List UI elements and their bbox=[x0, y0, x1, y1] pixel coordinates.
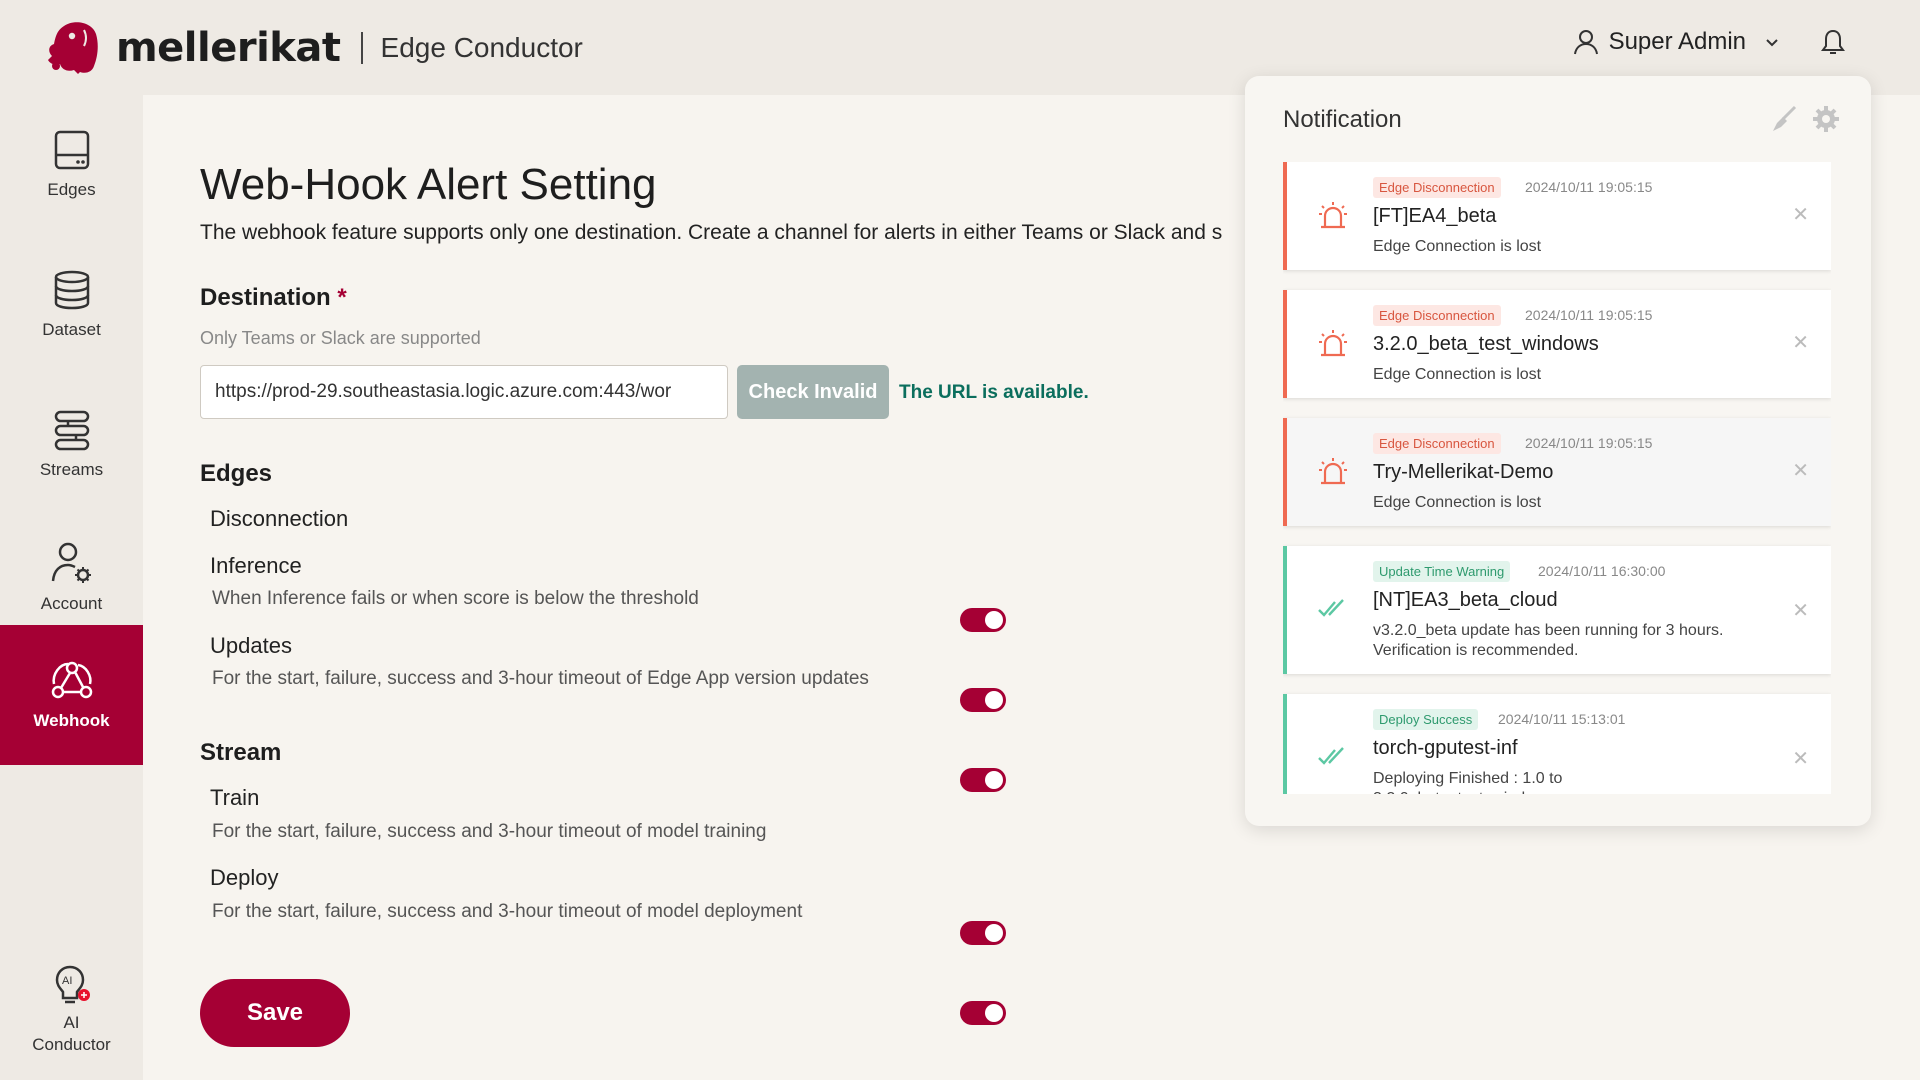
deploy-description: For the start, failure, success and 3-ho… bbox=[212, 901, 803, 922]
disconnection-title: Disconnection bbox=[210, 506, 349, 531]
notification-tag: Edge Disconnection bbox=[1373, 433, 1501, 454]
webhook-icon bbox=[51, 661, 92, 699]
close-icon[interactable]: ✕ bbox=[1792, 598, 1809, 623]
logo-divider bbox=[360, 32, 363, 64]
notification-tag: Update Time Warning bbox=[1373, 561, 1511, 582]
user-menu[interactable]: Super Admin bbox=[1573, 28, 1846, 56]
notification-time: 2024/10/11 16:30:00 bbox=[1538, 563, 1666, 579]
deploy-title: Deploy bbox=[210, 865, 279, 890]
edge-device-icon bbox=[54, 130, 89, 170]
double-check-icon bbox=[1318, 599, 1344, 617]
notification-message: Edge Connection is lost bbox=[1373, 366, 1542, 383]
sidebar: Edges Dataset Streams Account Webhook AI… bbox=[0, 95, 143, 1080]
notification-time: 2024/10/11 19:05:15 bbox=[1525, 179, 1653, 195]
destination-label: Destination bbox=[200, 284, 331, 311]
notification-list: Edge Disconnection 2024/10/11 19:05:15 [… bbox=[1283, 162, 1831, 794]
sidebar-item-account[interactable]: Account bbox=[0, 515, 143, 640]
broom-clear-icon[interactable] bbox=[1769, 104, 1799, 134]
svg-text:AI: AI bbox=[62, 975, 72, 987]
close-icon[interactable]: ✕ bbox=[1792, 458, 1809, 483]
settings-gear-icon[interactable] bbox=[1811, 104, 1841, 134]
page-title: Web-Hook Alert Setting bbox=[200, 160, 657, 209]
brand-name: mellerikat bbox=[116, 25, 341, 71]
notification-edge-name: Try-Mellerikat-Demo bbox=[1373, 461, 1554, 483]
train-toggle[interactable] bbox=[960, 921, 1006, 945]
notification-card[interactable]: Edge Disconnection 2024/10/11 19:05:15 3… bbox=[1283, 290, 1831, 398]
sidebar-item-ai-conductor[interactable]: AI AI Conductor bbox=[0, 945, 143, 1075]
notification-tag: Deploy Success bbox=[1373, 709, 1479, 730]
notification-panel: Notification Edge Disconnection 2024/10/… bbox=[1245, 76, 1871, 826]
sidebar-item-label: Webhook bbox=[33, 711, 110, 730]
sidebar-item-dataset[interactable]: Dataset bbox=[0, 235, 143, 375]
ai-conductor-icon: AI bbox=[55, 965, 90, 1004]
webhook-url-input[interactable] bbox=[200, 365, 728, 419]
notification-card[interactable]: Deploy Success 2024/10/11 15:13:01 torch… bbox=[1283, 694, 1831, 794]
alarm-siren-icon bbox=[1319, 458, 1347, 485]
inference-description: When Inference fails or when score is be… bbox=[212, 588, 699, 609]
notification-tools bbox=[1769, 104, 1841, 134]
notification-edge-name: [FT]EA4_beta bbox=[1373, 205, 1497, 227]
notification-edge-name: [NT]EA3_beta_cloud bbox=[1373, 589, 1558, 611]
destination-heading: Destination * bbox=[200, 284, 347, 312]
notification-card[interactable]: Update Time Warning 2024/10/11 16:30:00 … bbox=[1283, 546, 1831, 674]
sidebar-item-edges[interactable]: Edges bbox=[0, 95, 143, 235]
stream-section-heading: Stream bbox=[200, 739, 282, 766]
notification-message: v3.2.0_beta update has been running for … bbox=[1373, 622, 1724, 659]
close-icon[interactable]: ✕ bbox=[1792, 330, 1809, 355]
notification-tag: Edge Disconnection bbox=[1373, 305, 1501, 326]
notification-message: Deploying Finished : 1.0 to 3.2.0_beta_t… bbox=[1373, 770, 1563, 794]
updates-toggle[interactable] bbox=[960, 768, 1006, 792]
sidebar-item-streams[interactable]: Streams bbox=[0, 375, 143, 515]
notification-message: Edge Connection is lost bbox=[1373, 238, 1542, 255]
notification-edge-name: torch-gputest-inf bbox=[1373, 737, 1518, 759]
database-icon bbox=[54, 270, 89, 310]
notification-time: 2024/10/11 19:05:15 bbox=[1525, 307, 1653, 323]
url-status-message: The URL is available. bbox=[899, 382, 1089, 403]
deploy-toggle[interactable] bbox=[960, 1001, 1006, 1025]
train-description: For the start, failure, success and 3-ho… bbox=[212, 821, 767, 842]
product-name: Edge Conductor bbox=[380, 32, 583, 63]
updates-description: For the start, failure, success and 3-ho… bbox=[212, 668, 869, 689]
sidebar-item-label: Account bbox=[40, 593, 103, 613]
logo[interactable]: mellerikat Edge Conductor bbox=[44, 20, 583, 76]
double-check-icon bbox=[1318, 747, 1344, 765]
ai-conductor-label-line1: AI bbox=[63, 1013, 80, 1032]
sidebar-item-label: Dataset bbox=[42, 320, 101, 339]
close-icon[interactable]: ✕ bbox=[1792, 746, 1809, 771]
destination-hint: Only Teams or Slack are supported bbox=[200, 328, 481, 348]
sidebar-item-webhook[interactable]: Webhook bbox=[0, 625, 143, 765]
updates-title: Updates bbox=[210, 633, 292, 658]
streams-icon bbox=[54, 410, 89, 451]
notification-card[interactable]: Edge Disconnection 2024/10/11 19:05:15 [… bbox=[1283, 162, 1831, 270]
save-button[interactable]: Save bbox=[200, 979, 350, 1047]
notification-message: Edge Connection is lost bbox=[1373, 494, 1542, 511]
notification-tag: Edge Disconnection bbox=[1373, 177, 1501, 198]
notification-card[interactable]: Edge Disconnection 2024/10/11 19:05:15 T… bbox=[1283, 418, 1831, 526]
inference-title: Inference bbox=[210, 553, 302, 578]
user-icon bbox=[1573, 30, 1598, 55]
account-gear-icon bbox=[51, 542, 91, 583]
notification-edge-name: 3.2.0_beta_test_windows bbox=[1373, 333, 1599, 355]
notification-time: 2024/10/11 19:05:15 bbox=[1525, 435, 1653, 451]
page-description: The webhook feature supports only one de… bbox=[200, 221, 1223, 244]
sidebar-item-label: Edges bbox=[47, 180, 96, 199]
edges-section-heading: Edges bbox=[200, 460, 273, 487]
chevron-down-icon bbox=[1766, 39, 1778, 47]
alarm-siren-icon bbox=[1319, 202, 1347, 229]
inference-toggle[interactable] bbox=[960, 688, 1006, 712]
ai-conductor-label-line2: Conductor bbox=[32, 1035, 111, 1054]
mellerikat-logo-icon bbox=[48, 22, 98, 74]
alarm-siren-icon bbox=[1319, 330, 1347, 357]
notification-title: Notification bbox=[1283, 106, 1402, 133]
bell-icon[interactable] bbox=[1820, 28, 1846, 56]
disconnection-toggle[interactable] bbox=[960, 608, 1006, 632]
check-invalid-button[interactable]: Check Invalid bbox=[737, 365, 889, 419]
train-title: Train bbox=[210, 785, 260, 810]
notification-time: 2024/10/11 15:13:01 bbox=[1498, 711, 1626, 727]
required-mark: * bbox=[337, 284, 347, 311]
close-icon[interactable]: ✕ bbox=[1792, 202, 1809, 227]
user-name: Super Admin bbox=[1608, 28, 1746, 55]
sidebar-item-label: Streams bbox=[39, 460, 104, 479]
